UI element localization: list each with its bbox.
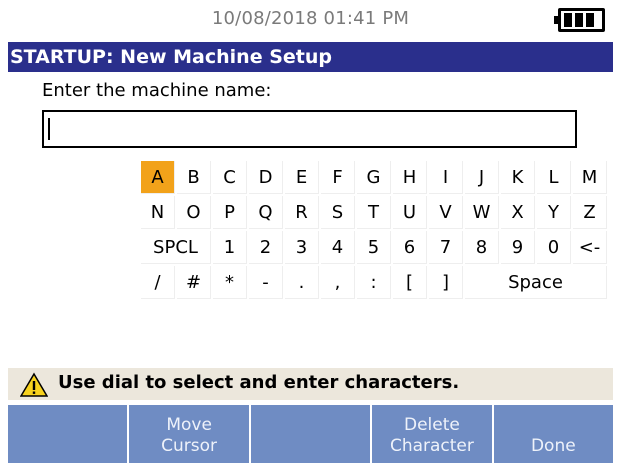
key-t[interactable]: T xyxy=(357,196,391,229)
status-bar: 10/08/2018 01:41 PM xyxy=(0,0,621,36)
key-4[interactable]: 4 xyxy=(321,231,355,264)
key-6[interactable]: 6 xyxy=(393,231,427,264)
done-button[interactable]: Done xyxy=(493,405,614,463)
key-l[interactable]: L xyxy=(537,161,571,194)
key-5[interactable]: 5 xyxy=(357,231,391,264)
key-period[interactable]: . xyxy=(285,266,319,299)
delete-character-line2: Character xyxy=(389,436,474,456)
key-dash[interactable]: - xyxy=(249,266,283,299)
key-h[interactable]: H xyxy=(393,161,427,194)
key-d[interactable]: D xyxy=(249,161,283,194)
key-z[interactable]: Z xyxy=(573,196,607,229)
softkey-bar: Move Cursor Delete Character Done xyxy=(8,405,614,463)
key-s[interactable]: S xyxy=(321,196,355,229)
key-w[interactable]: W xyxy=(465,196,499,229)
key-f[interactable]: F xyxy=(321,161,355,194)
softkey-1[interactable] xyxy=(8,405,130,463)
key-asterisk[interactable]: * xyxy=(213,266,247,299)
key-o[interactable]: O xyxy=(177,196,211,229)
hint-bar: Use dial to select and enter characters. xyxy=(8,368,613,400)
key-8[interactable]: 8 xyxy=(465,231,499,264)
key-x[interactable]: X xyxy=(501,196,535,229)
move-cursor-button[interactable]: Move Cursor xyxy=(129,405,251,463)
key-backspace[interactable]: <- xyxy=(573,231,607,264)
battery-full-icon xyxy=(554,8,605,32)
softkey-3[interactable] xyxy=(250,405,373,463)
key-y[interactable]: Y xyxy=(537,196,571,229)
key-q[interactable]: Q xyxy=(249,196,283,229)
key-space[interactable]: Space xyxy=(465,266,607,299)
key-k[interactable]: K xyxy=(501,161,535,194)
key-n[interactable]: N xyxy=(141,196,175,229)
text-cursor xyxy=(48,118,50,140)
on-screen-keyboard: A B C D E F G H I J K L M N O P Q R S T … xyxy=(141,161,607,299)
key-special[interactable]: SPCL xyxy=(141,231,211,264)
key-r[interactable]: R xyxy=(285,196,319,229)
key-e[interactable]: E xyxy=(285,161,319,194)
move-cursor-line1: Move xyxy=(166,415,212,435)
key-c[interactable]: C xyxy=(213,161,247,194)
key-0[interactable]: 0 xyxy=(537,231,571,264)
warning-icon xyxy=(20,372,48,397)
key-hash[interactable]: # xyxy=(177,266,211,299)
page-title: STARTUP: New Machine Setup xyxy=(8,42,613,72)
key-m[interactable]: M xyxy=(573,161,607,194)
datetime: 10/08/2018 01:41 PM xyxy=(211,8,410,29)
key-comma[interactable]: , xyxy=(321,266,355,299)
key-2[interactable]: 2 xyxy=(249,231,283,264)
key-9[interactable]: 9 xyxy=(501,231,535,264)
key-1[interactable]: 1 xyxy=(213,231,247,264)
key-slash[interactable]: / xyxy=(141,266,175,299)
key-j[interactable]: J xyxy=(465,161,499,194)
machine-name-input[interactable] xyxy=(42,110,577,148)
key-i[interactable]: I xyxy=(429,161,463,194)
delete-character-line1: Delete xyxy=(403,415,460,435)
key-v[interactable]: V xyxy=(429,196,463,229)
machine-name-prompt: Enter the machine name: xyxy=(42,80,272,101)
key-u[interactable]: U xyxy=(393,196,427,229)
key-open-bracket[interactable]: [ xyxy=(393,266,427,299)
key-p[interactable]: P xyxy=(213,196,247,229)
move-cursor-line2: Cursor xyxy=(161,436,218,456)
key-3[interactable]: 3 xyxy=(285,231,319,264)
key-g[interactable]: G xyxy=(357,161,391,194)
done-line2: Done xyxy=(530,436,576,456)
key-7[interactable]: 7 xyxy=(429,231,463,264)
key-b[interactable]: B xyxy=(177,161,211,194)
key-close-bracket[interactable]: ] xyxy=(429,266,463,299)
hint-text: Use dial to select and enter characters. xyxy=(58,372,460,393)
delete-character-button[interactable]: Delete Character xyxy=(372,405,494,463)
key-a[interactable]: A xyxy=(141,161,175,194)
key-colon[interactable]: : xyxy=(357,266,391,299)
